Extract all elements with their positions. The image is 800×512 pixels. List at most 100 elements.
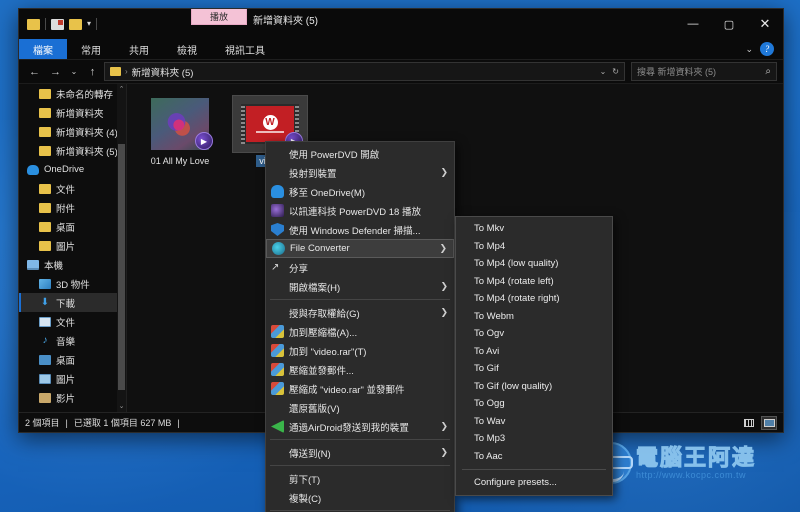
- list-item[interactable]: ▶ 01 All My Love: [141, 96, 219, 167]
- thumbnails-view-icon[interactable]: [761, 415, 777, 430]
- menu-item-17[interactable]: 傳送到(N) ❯: [266, 443, 454, 462]
- menu-item-15[interactable]: 通過AirDroid發送到我的裝置 ❯: [266, 417, 454, 436]
- sidebar-item-5[interactable]: 文件: [19, 179, 126, 198]
- menu-item-3[interactable]: 以訊連科技 PowerDVD 18 播放: [266, 201, 454, 220]
- chevron-down-icon[interactable]: ⌄: [600, 67, 607, 76]
- chevron-down-icon[interactable]: ⌄: [745, 44, 753, 55]
- menu-item-0[interactable]: 使用 PowerDVD 開啟: [266, 144, 454, 163]
- vid-icon: [39, 392, 51, 403]
- tab-share[interactable]: 共用: [115, 39, 163, 59]
- details-view-icon[interactable]: [741, 416, 757, 430]
- sidebar-item-4[interactable]: OneDrive: [19, 160, 126, 179]
- sidebar-item-3[interactable]: 新增資料夾 (5): [19, 141, 126, 160]
- submenu-item-8[interactable]: To Gif: [456, 360, 612, 378]
- sidebar-item-label: 圖片: [56, 374, 76, 386]
- sidebar-item-17[interactable]: 本機磁碟 (C:): [19, 407, 126, 412]
- window-title: 新增資料夾 (5): [253, 16, 318, 27]
- menu-item-7[interactable]: 開啟檔案(H) ❯: [266, 277, 454, 296]
- submenu-item-12[interactable]: To Mp3: [456, 430, 612, 448]
- submenu-item-5[interactable]: To Webm: [456, 308, 612, 326]
- search-icon[interactable]: ⌕: [765, 66, 771, 77]
- search-input[interactable]: 搜尋 新增資料夾 (5) ⌕: [631, 62, 777, 81]
- menu-item-9[interactable]: 授與存取權給(G) ❯: [266, 303, 454, 322]
- sidebar-item-0[interactable]: 未命名的轉存: [19, 84, 126, 103]
- refresh-icon[interactable]: ↻: [612, 67, 619, 76]
- close-button[interactable]: ✕: [747, 9, 783, 39]
- menu-item-20[interactable]: 複製(C): [266, 488, 454, 507]
- window-controls: — ▢ ✕: [675, 9, 783, 39]
- new-folder-icon[interactable]: [69, 18, 82, 30]
- sidebar-item-14[interactable]: 桌面: [19, 350, 126, 369]
- tab-file[interactable]: 檔案: [19, 39, 67, 59]
- folder-icon: [39, 221, 51, 232]
- menu-item-14[interactable]: 還原舊版(V): [266, 398, 454, 417]
- sidebar-item-6[interactable]: 附件: [19, 198, 126, 217]
- submenu-item-13[interactable]: To Aac: [456, 448, 612, 466]
- menu-item-4[interactable]: 使用 Windows Defender 掃描...: [266, 220, 454, 239]
- sidebar-item-9[interactable]: 本機: [19, 255, 126, 274]
- recent-locations-icon[interactable]: ⌄: [67, 62, 81, 81]
- back-button[interactable]: ←: [25, 62, 44, 81]
- sidebar-item-label: 影片: [56, 393, 76, 405]
- scroll-down-icon[interactable]: ⌄: [117, 401, 126, 412]
- menu-item-1[interactable]: 投射到裝置 ❯: [266, 163, 454, 182]
- help-icon[interactable]: ?: [760, 42, 774, 56]
- submenu-item-4[interactable]: To Mp4 (rotate right): [456, 290, 612, 308]
- sidebar-item-11[interactable]: ⬇ 下載: [19, 293, 126, 312]
- menu-separator: [270, 465, 450, 466]
- breadcrumb-current[interactable]: 新增資料夾 (5): [132, 65, 194, 79]
- context-menu[interactable]: 使用 PowerDVD 開啟 投射到裝置 ❯ 移至 OneDrive(M) 以訊連科技 …: [265, 141, 455, 512]
- menu-item-13[interactable]: 壓縮成 "video.rar" 並發郵件: [266, 379, 454, 398]
- maximize-button[interactable]: ▢: [711, 9, 747, 39]
- sidebar-item-12[interactable]: 文件: [19, 312, 126, 331]
- blank-icon: [271, 306, 284, 319]
- chevron-right-icon: ❯: [440, 167, 448, 177]
- sidebar-item-8[interactable]: 圖片: [19, 236, 126, 255]
- tab-home[interactable]: 常用: [67, 39, 115, 59]
- submenu-item-10[interactable]: To Ogg: [456, 395, 612, 413]
- submenu-item-7[interactable]: To Avi: [456, 343, 612, 361]
- forward-button[interactable]: →: [46, 62, 65, 81]
- submenu-item-11[interactable]: To Wav: [456, 413, 612, 431]
- sidebar-item-16[interactable]: 影片: [19, 388, 126, 407]
- menu-item-6[interactable]: ↗ 分享: [266, 258, 454, 277]
- submenu-item-6[interactable]: To Ogv: [456, 325, 612, 343]
- nav-scrollbar[interactable]: ⌃ ⌄: [117, 84, 126, 412]
- menu-item-5[interactable]: File Converter ❯: [266, 239, 454, 258]
- contextual-tab-group-play[interactable]: 播放: [191, 9, 247, 25]
- tab-view[interactable]: 檢視: [163, 39, 211, 59]
- tab-video-tools[interactable]: 視訊工具: [211, 39, 279, 59]
- menu-item-10[interactable]: 加到壓縮檔(A)...: [266, 322, 454, 341]
- menu-item-12[interactable]: 壓縮並發郵件...: [266, 360, 454, 379]
- sidebar-item-15[interactable]: 圖片: [19, 369, 126, 388]
- sidebar-item-2[interactable]: 新增資料夾 (4): [19, 122, 126, 141]
- sidebar-item-13[interactable]: ♪ 音樂: [19, 331, 126, 350]
- scrollbar-thumb[interactable]: [118, 144, 125, 390]
- submenu-item-2[interactable]: To Mp4 (low quality): [456, 255, 612, 273]
- menu-item-11[interactable]: 加到 "video.rar"(T): [266, 341, 454, 360]
- minimize-button[interactable]: —: [675, 9, 711, 39]
- properties-icon[interactable]: [51, 18, 64, 30]
- menu-item-label: 分享: [289, 263, 309, 275]
- submenu-item-9[interactable]: To Gif (low quality): [456, 378, 612, 396]
- sidebar-item-10[interactable]: 3D 物件: [19, 274, 126, 293]
- submenu-item-15[interactable]: Configure presets...: [456, 474, 612, 492]
- sidebar-item-7[interactable]: 桌面: [19, 217, 126, 236]
- menu-item-2[interactable]: 移至 OneDrive(M): [266, 182, 454, 201]
- submenu-item-0[interactable]: To Mkv: [456, 220, 612, 238]
- chevron-down-icon[interactable]: ▾: [87, 20, 91, 28]
- menu-item-19[interactable]: 剪下(T): [266, 469, 454, 488]
- submenu-item-1[interactable]: To Mp4: [456, 238, 612, 256]
- sidebar-item-1[interactable]: 新增資料夾: [19, 103, 126, 122]
- submenu-item-3[interactable]: To Mp4 (rotate left): [456, 273, 612, 291]
- drive-icon: [39, 411, 51, 412]
- converter-icon: [272, 242, 285, 255]
- scroll-up-icon[interactable]: ⌃: [117, 84, 126, 95]
- navigation-pane: 未命名的轉存 新增資料夾 新增資料夾 (4) 新增資料夾 (5) OneDrive 文件附…: [19, 84, 127, 412]
- breadcrumb[interactable]: › 新增資料夾 (5) ⌄ ↻: [104, 62, 625, 81]
- up-button[interactable]: ↑: [83, 62, 102, 81]
- folder-icon[interactable]: [27, 18, 40, 30]
- airdroid-icon: [271, 420, 284, 433]
- file-converter-submenu[interactable]: To Mkv To Mp4 To Mp4 (low quality) To Mp4 (…: [455, 216, 613, 496]
- menu-item-label: 加到壓縮檔(A)...: [289, 327, 358, 339]
